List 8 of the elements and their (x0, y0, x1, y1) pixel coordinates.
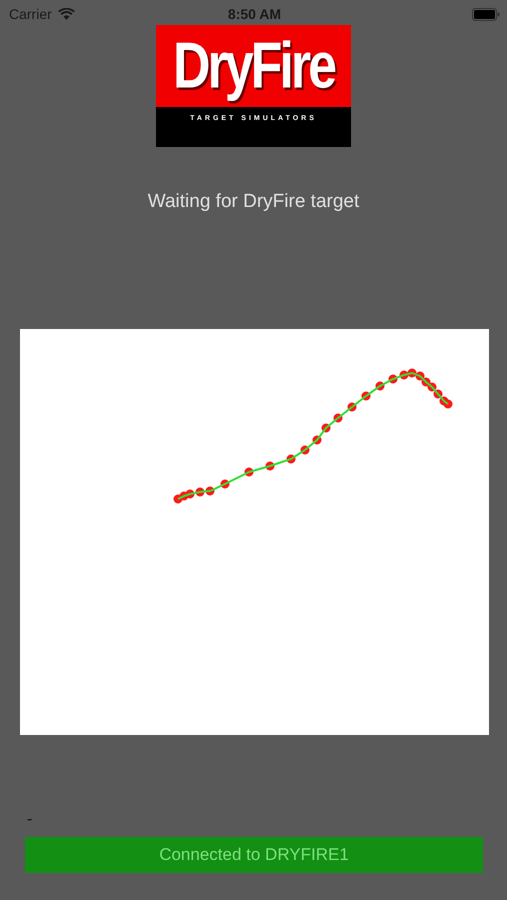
carrier-label: Carrier (9, 6, 52, 22)
clock-time: 8:50 AM (228, 6, 282, 22)
connection-button[interactable]: Connected to DRYFIRE1 (25, 837, 483, 873)
wifi-icon (58, 8, 75, 20)
battery-icon (472, 8, 500, 20)
status-message: Waiting for DryFire target (146, 191, 360, 213)
shot-label: - (27, 811, 32, 829)
logo-brand: DryFire (172, 28, 334, 104)
